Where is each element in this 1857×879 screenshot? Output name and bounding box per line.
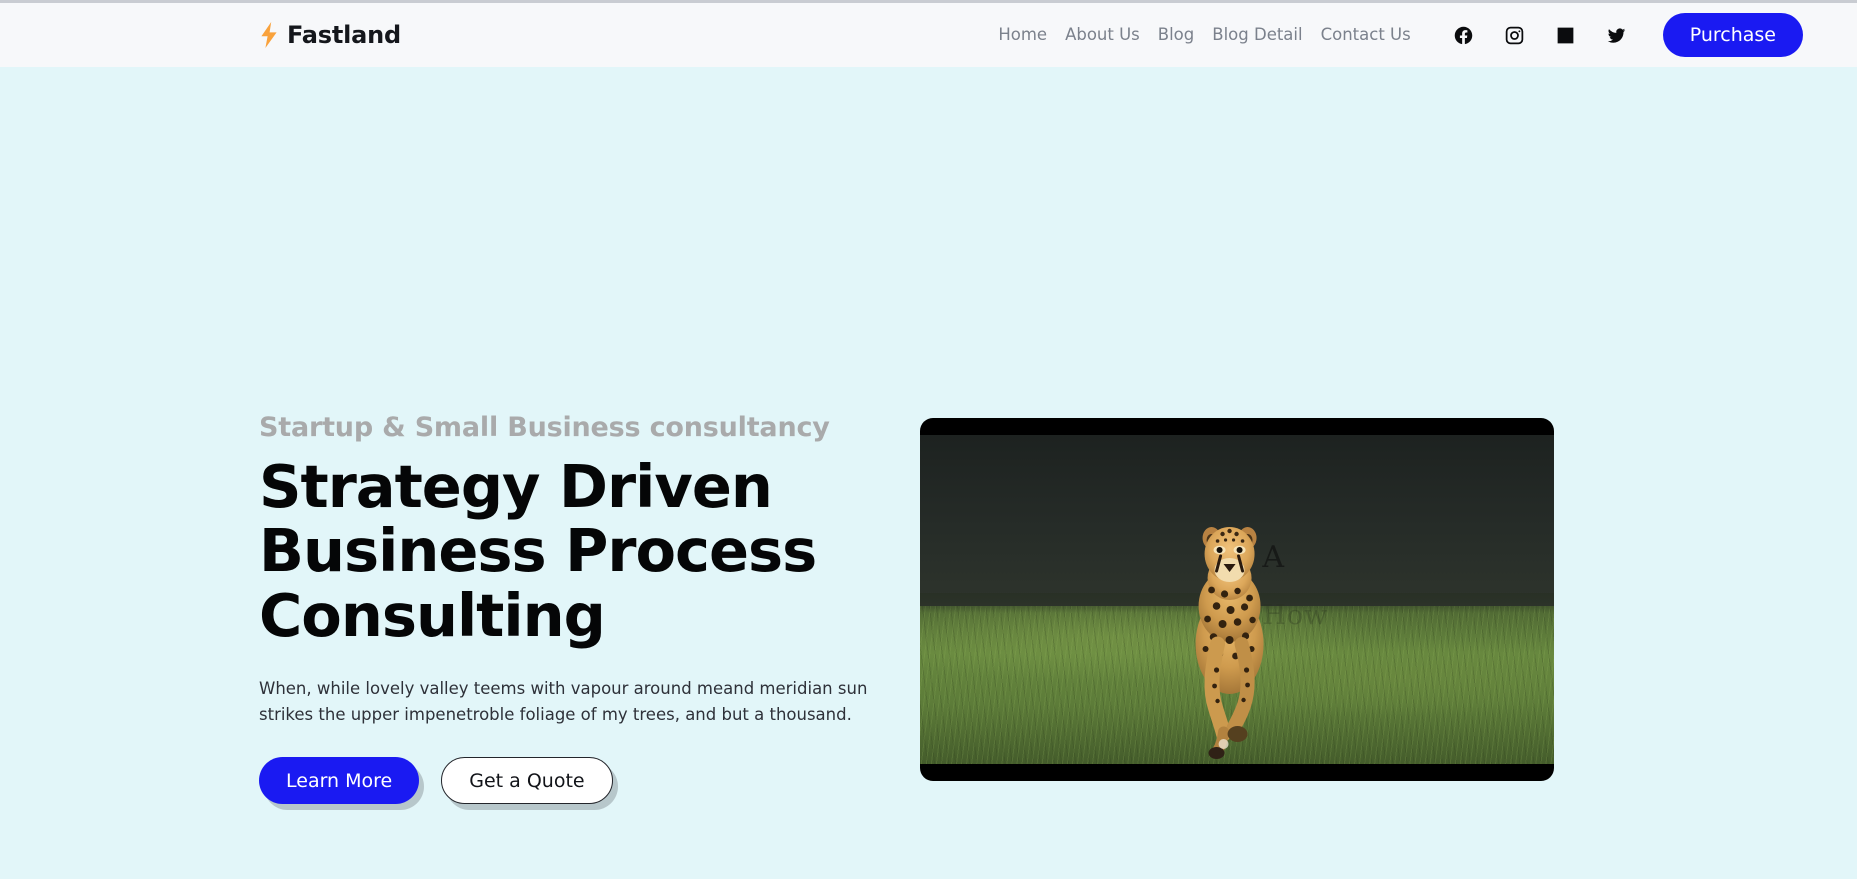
- twitter-icon[interactable]: [1606, 25, 1627, 46]
- social-links: [1453, 25, 1627, 46]
- site-header: Fastland Home About Us Blog Blog Detail …: [0, 3, 1857, 67]
- hero-description: When, while lovely valley teems with vap…: [259, 678, 868, 724]
- linkedin-icon[interactable]: [1555, 25, 1576, 46]
- facebook-icon[interactable]: [1453, 25, 1474, 46]
- hero-video-player[interactable]: A How: [920, 418, 1554, 781]
- nav-item-about-us[interactable]: About Us: [1065, 26, 1140, 44]
- lightning-bolt-icon: [258, 22, 280, 48]
- nav-item-blog-detail[interactable]: Blog Detail: [1212, 26, 1302, 44]
- hero-title-line-3: Consulting: [259, 580, 606, 650]
- instagram-icon[interactable]: [1504, 25, 1525, 46]
- brand-logo[interactable]: Fastland: [258, 21, 401, 49]
- hero-title-line-1: Strategy Driven: [259, 452, 773, 522]
- hero-section: Startup & Small Business consultancy Str…: [0, 67, 1857, 879]
- landing-page: Fastland Home About Us Blog Blog Detail …: [0, 0, 1857, 879]
- hero-title-line-2: Business Process: [259, 516, 817, 586]
- nav-item-contact-us[interactable]: Contact Us: [1321, 26, 1411, 44]
- video-watermark: A: [1262, 540, 1286, 576]
- header-right-cluster: Home About Us Blog Blog Detail Contact U…: [998, 13, 1803, 57]
- nav-item-blog[interactable]: Blog: [1158, 26, 1194, 44]
- hero-eyebrow: Startup & Small Business consultancy: [259, 412, 830, 443]
- nav-item-home[interactable]: Home: [998, 26, 1047, 44]
- main-navigation: Home About Us Blog Blog Detail Contact U…: [998, 26, 1411, 44]
- purchase-button[interactable]: Purchase: [1662, 13, 1803, 57]
- get-a-quote-button[interactable]: Get a Quote: [441, 757, 613, 805]
- video-frame: A How: [920, 435, 1554, 764]
- hero-copy: Startup & Small Business consultancy Str…: [259, 412, 899, 805]
- video-watermark-sub: How: [1262, 599, 1329, 631]
- brand-name: Fastland: [287, 21, 402, 49]
- hero-actions: Learn More Get a Quote: [259, 757, 899, 805]
- hero-title: Strategy Driven Business Process Consult…: [259, 452, 899, 650]
- learn-more-button[interactable]: Learn More: [259, 757, 420, 805]
